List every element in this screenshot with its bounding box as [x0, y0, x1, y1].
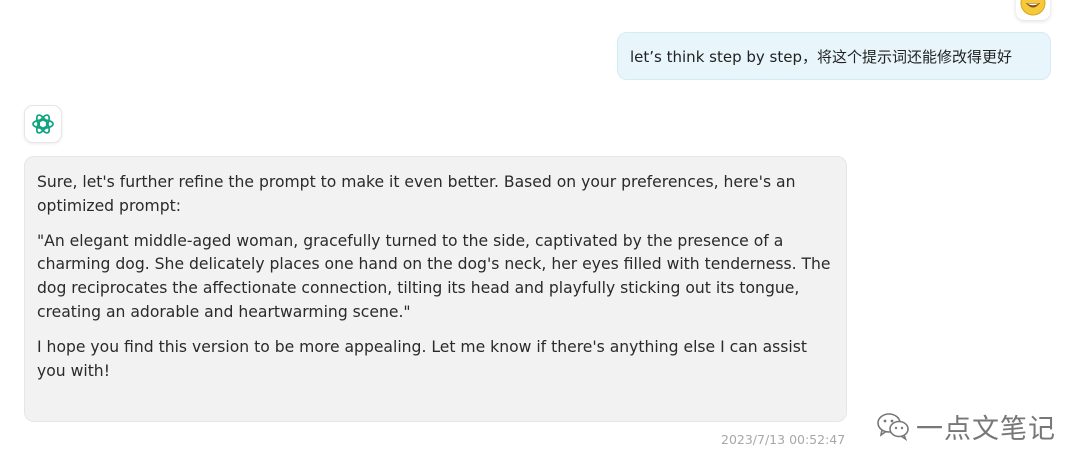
watermark-text: 一点文笔记 [916, 413, 1056, 445]
chatgpt-logo-icon [32, 114, 54, 134]
user-message-text: let’s think step by step，将这个提示词还能修改得更好 [630, 47, 1012, 66]
assistant-message-paragraph: "An elegant middle-aged woman, gracefull… [37, 231, 831, 321]
user-message-bubble: let’s think step by step，将这个提示词还能修改得更好 [617, 32, 1051, 80]
assistant-message-paragraph: Sure, let's further refine the prompt to… [37, 173, 796, 215]
wechat-icon [877, 413, 909, 441]
message-timestamp: 2023/7/13 00:52:47 [721, 432, 846, 447]
assistant-message-bubble: Sure, let's further refine the prompt to… [24, 156, 847, 422]
smiley-face-icon [1020, 0, 1046, 16]
assistant-avatar [24, 105, 62, 143]
assistant-message-paragraph: I hope you find this version to be more … [37, 337, 807, 380]
user-avatar [1016, 0, 1050, 20]
watermark: 一点文笔记 [876, 406, 1056, 446]
